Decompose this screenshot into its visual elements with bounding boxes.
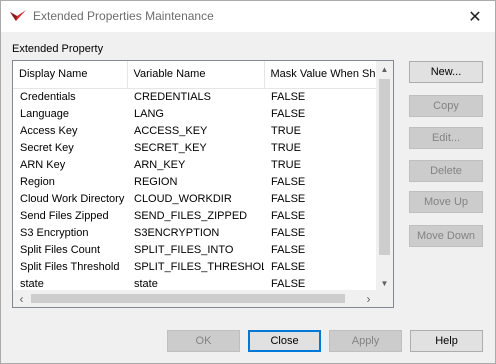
ok-button[interactable]: OK [167,330,240,352]
group-label: Extended Property [12,43,104,55]
close-button[interactable]: Close [248,330,321,352]
table-row[interactable]: Secret Key SECRET_KEY TRUE [13,139,377,156]
horizontal-scrollbar[interactable]: ‹ › [13,290,377,307]
table-row[interactable]: Access Key ACCESS_KEY TRUE [13,122,377,139]
table-row[interactable]: Credentials CREDENTIALS FALSE [13,88,377,105]
help-button[interactable]: Help [410,330,483,352]
cell-mask-value: FALSE [271,226,306,239]
scroll-right-arrow-icon[interactable]: › [360,290,377,307]
table-row[interactable]: Split Files Threshold SPLIT_FILES_THRESHO… [13,258,377,275]
cell-display-name: Access Key [20,124,78,137]
cell-variable-name: SEND_FILES_ZIPPED [134,209,248,222]
column-header-mask-value[interactable]: Mask Value When Shown [264,61,377,89]
cell-mask-value: FALSE [271,192,306,205]
window-title: Extended Properties Maintenance [33,9,214,23]
properties-grid[interactable]: Display Name Variable Name Mask Value Wh… [12,60,394,308]
table-row[interactable]: Split Files Count SPLIT_FILES_INTO FALSE [13,241,377,258]
cell-mask-value: FALSE [271,107,306,120]
cell-display-name: S3 Encryption [20,226,89,239]
vertical-scrollbar[interactable]: ▲ ▼ [376,61,393,292]
app-logo-icon [9,9,27,23]
edit-button[interactable]: Edit... [409,127,483,149]
cell-display-name: Cloud Work Directory [20,192,125,205]
cell-display-name: Region [20,175,55,188]
cell-mask-value: TRUE [271,124,301,137]
cell-mask-value: FALSE [271,90,306,103]
copy-button[interactable]: Copy [409,95,483,117]
cell-variable-name: SECRET_KEY [134,141,207,154]
cell-variable-name: CREDENTIALS [134,90,212,103]
cell-display-name: Split Files Count [20,243,101,256]
dialog-window: Extended Properties Maintenance ✕ Extend… [0,0,496,364]
scroll-corner [376,290,393,307]
cell-variable-name: ACCESS_KEY [134,124,208,137]
table-row[interactable]: ARN Key ARN_KEY TRUE [13,156,377,173]
cell-variable-name: SPLIT_FILES_INTO [134,243,234,256]
cell-variable-name: CLOUD_WORKDIR [134,192,232,205]
properties-table: Display Name Variable Name Mask Value Wh… [13,61,377,292]
cell-mask-value: FALSE [271,175,306,188]
close-window-icon[interactable]: ✕ [455,1,495,32]
horizontal-scroll-thumb[interactable] [31,294,345,303]
cell-display-name: Language [20,107,69,120]
cell-display-name: Send Files Zipped [20,209,109,222]
cell-mask-value: TRUE [271,141,301,154]
delete-button[interactable]: Delete [409,160,483,182]
title-bar: Extended Properties Maintenance ✕ [1,1,495,32]
table-row[interactable]: Language LANG FALSE [13,105,377,122]
table-row[interactable]: Region REGION FALSE [13,173,377,190]
cell-display-name: Split Files Threshold [20,260,120,273]
cell-mask-value: FALSE [271,209,306,222]
cell-variable-name: S3ENCRYPTION [134,226,220,239]
table-row[interactable]: Send Files Zipped SEND_FILES_ZIPPED FALSE [13,207,377,224]
scroll-up-arrow-icon[interactable]: ▲ [376,61,393,78]
cell-mask-value: TRUE [271,158,301,171]
new-button[interactable]: New... [409,61,483,83]
move-up-button[interactable]: Move Up [409,191,483,213]
apply-button[interactable]: Apply [329,330,402,352]
cell-display-name: Secret Key [20,141,74,154]
column-header-variable-name[interactable]: Variable Name [127,61,265,89]
column-header-display-name[interactable]: Display Name [13,61,128,89]
cell-mask-value: FALSE [271,260,306,273]
table-header-row: Display Name Variable Name Mask Value Wh… [13,61,377,89]
table-row[interactable]: S3 Encryption S3ENCRYPTION FALSE [13,224,377,241]
cell-display-name: Credentials [20,90,76,103]
scroll-left-arrow-icon[interactable]: ‹ [13,290,30,307]
cell-display-name: ARN Key [20,158,66,171]
table-row[interactable]: Cloud Work Directory CLOUD_WORKDIR FALSE [13,190,377,207]
cell-variable-name: REGION [134,175,178,188]
cell-mask-value: FALSE [271,243,306,256]
vertical-scroll-thumb[interactable] [379,79,390,255]
move-down-button[interactable]: Move Down [409,225,483,247]
cell-variable-name: SPLIT_FILES_THRESHOLD [134,260,264,273]
cell-variable-name: ARN_KEY [134,158,186,171]
cell-variable-name: LANG [134,107,164,120]
